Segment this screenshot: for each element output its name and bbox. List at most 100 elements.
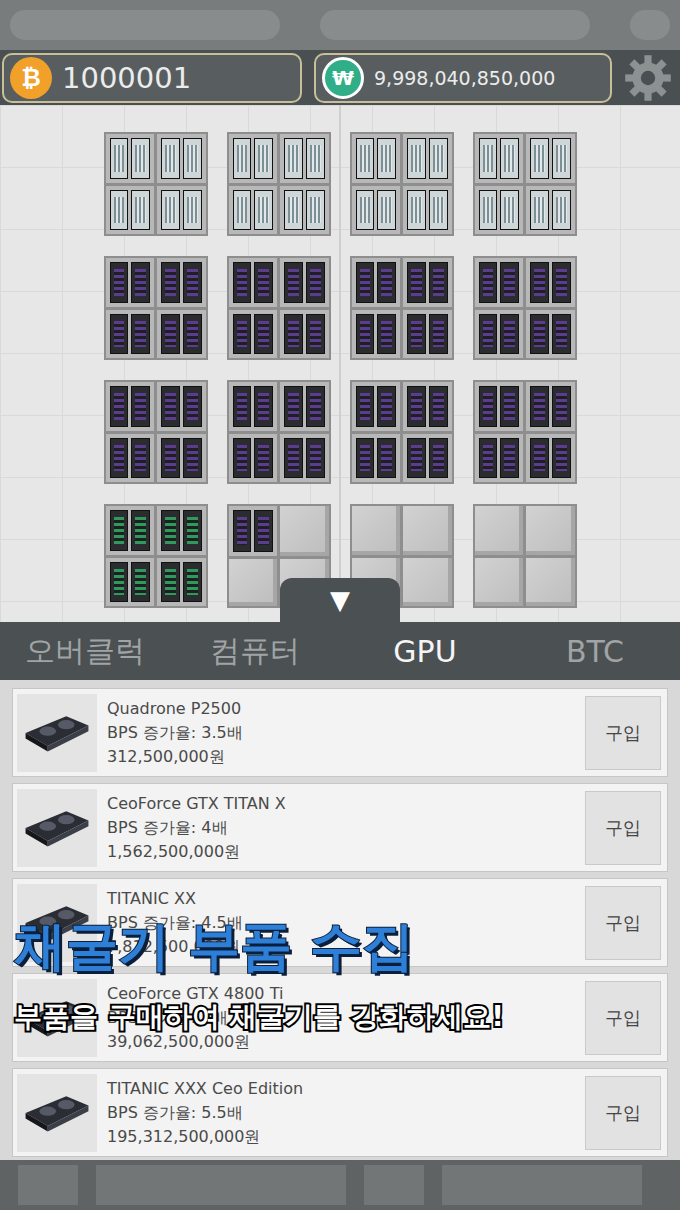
collapse-toggle[interactable]: ▼ (280, 578, 400, 622)
rig-tile[interactable] (104, 256, 208, 360)
faded-bottom-strip (0, 1160, 680, 1210)
shop-item: CeoForce GTX TITAN X BPS 증가율: 4배 1,562,5… (12, 783, 668, 872)
promo-banner: 채굴기 부품 수집 부품을 구매하여 채굴기를 강화하세요! (14, 912, 504, 1036)
miner-icon (403, 434, 452, 483)
rig-tile[interactable] (473, 504, 577, 608)
miner-icon (157, 506, 206, 555)
miner-icon (280, 434, 329, 483)
miner-icon (106, 434, 155, 483)
empty-slot (229, 559, 278, 607)
miner-icon (475, 186, 524, 235)
shop-list: Quadrone P2500 BPS 증가율: 3.5배 312,500,000… (0, 680, 680, 1160)
miner-icon (475, 434, 524, 483)
shop-item: TITANIC XXX Ceo Edition BPS 증가율: 5.5배 19… (12, 1068, 668, 1157)
rig-tile[interactable] (227, 380, 331, 484)
rig-tile[interactable] (473, 380, 577, 484)
miner-icon (157, 310, 206, 359)
empty-slot (475, 506, 524, 555)
miner-icon (403, 310, 452, 359)
miner-icon (229, 134, 278, 183)
miner-icon (229, 310, 278, 359)
shop-tabs: 오버클럭컴퓨터GPUBTC (0, 622, 680, 680)
rig-tile[interactable] (473, 256, 577, 360)
empty-slot (526, 506, 575, 555)
empty-slot (352, 506, 401, 555)
rig-tile[interactable] (104, 380, 208, 484)
miner-icon (352, 134, 401, 183)
empty-slot (280, 506, 329, 556)
won-icon: ₩ (322, 57, 364, 99)
miner-icon (106, 558, 155, 607)
buy-button[interactable]: 구입 (585, 791, 661, 865)
shop-tab[interactable]: GPU (340, 634, 510, 669)
miner-icon (157, 382, 206, 431)
gpu-icon (20, 705, 94, 761)
miner-icon (352, 258, 401, 307)
faded-top-strip (0, 0, 680, 50)
game-screen: ₿ 1000001 ₩ 9,998,040,850,000 ▼ 오버클럭컴퓨터G… (0, 0, 680, 1210)
miner-icon (475, 134, 524, 183)
buy-button[interactable]: 구입 (585, 981, 661, 1055)
miner-icon (229, 434, 278, 483)
miner-icon (106, 506, 155, 555)
shop-tab[interactable]: 오버클럭 (0, 631, 170, 672)
buy-button[interactable]: 구입 (585, 886, 661, 960)
rig-tile[interactable] (350, 256, 454, 360)
rig-tile[interactable] (350, 132, 454, 236)
gear-icon[interactable] (624, 54, 672, 102)
miner-icon (526, 310, 575, 359)
miner-icon (157, 434, 206, 483)
miner-icon (352, 382, 401, 431)
bitcoin-icon: ₿ (10, 57, 52, 99)
empty-slot (475, 558, 524, 607)
buy-button[interactable]: 구입 (585, 696, 661, 770)
miner-icon (157, 258, 206, 307)
miner-icon (526, 258, 575, 307)
miner-icon (526, 134, 575, 183)
rig-tile[interactable] (104, 132, 208, 236)
rig-tile[interactable] (473, 132, 577, 236)
miner-icon (280, 258, 329, 307)
rig-tile[interactable] (227, 256, 331, 360)
miner-icon (403, 186, 452, 235)
miner-icon (280, 310, 329, 359)
miner-icon (157, 558, 206, 607)
rig-tile[interactable] (227, 132, 331, 236)
buy-button[interactable]: 구입 (585, 1076, 661, 1150)
miner-icon (475, 310, 524, 359)
miner-icon (352, 186, 401, 235)
mining-farm: ▼ (0, 105, 680, 622)
miner-icon (526, 382, 575, 431)
empty-slot (403, 506, 452, 555)
miner-icon (403, 258, 452, 307)
miner-icon (475, 258, 524, 307)
miner-icon (475, 382, 524, 431)
gpu-icon (20, 1085, 94, 1141)
miner-icon (229, 258, 278, 307)
miner-icon (106, 258, 155, 307)
miner-icon (403, 382, 452, 431)
cash-balance: ₩ 9,998,040,850,000 (314, 53, 612, 103)
rig-tile[interactable] (350, 380, 454, 484)
miner-icon (352, 310, 401, 359)
miner-icon (157, 134, 206, 183)
gpu-icon (20, 800, 94, 856)
miner-icon (526, 434, 575, 483)
miner-icon (229, 506, 278, 556)
empty-slot (526, 558, 575, 607)
shop-tab[interactable]: 컴퓨터 (170, 631, 340, 672)
miner-icon (526, 186, 575, 235)
rig-tile[interactable] (104, 504, 208, 608)
miner-icon (106, 382, 155, 431)
miner-icon (229, 186, 278, 235)
miner-icon (280, 186, 329, 235)
miner-icon (403, 134, 452, 183)
shop-item: Quadrone P2500 BPS 증가율: 3.5배 312,500,000… (12, 688, 668, 777)
miner-icon (106, 310, 155, 359)
miner-icon (352, 434, 401, 483)
shop-tab[interactable]: BTC (510, 634, 680, 669)
miner-icon (106, 134, 155, 183)
miner-icon (106, 186, 155, 235)
miner-icon (157, 186, 206, 235)
coin-balance: ₿ 1000001 (2, 53, 302, 103)
